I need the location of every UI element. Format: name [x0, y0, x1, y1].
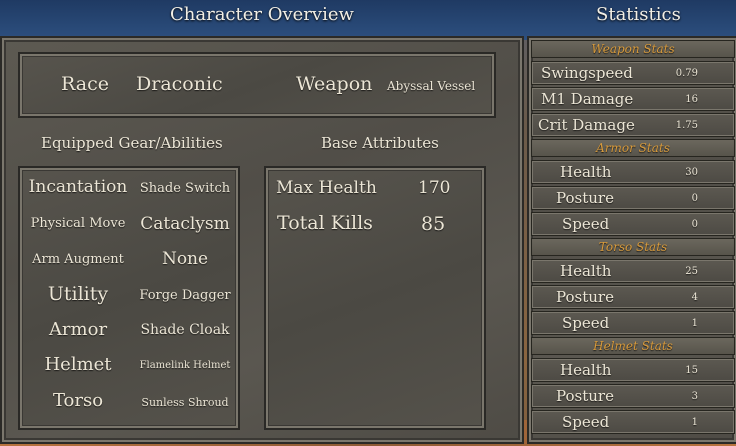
stat-label: Posture	[556, 288, 614, 306]
stat-value: 16	[685, 94, 698, 105]
weapon-label: Weapon	[296, 73, 373, 95]
gear-slot-value: Sunless Shroud	[141, 396, 229, 409]
stat-row: Speed 0	[531, 212, 735, 236]
stat-value: 0	[691, 193, 698, 204]
stat-row: Speed 1	[531, 311, 735, 335]
stat-value: 3	[691, 391, 698, 402]
stat-label: Speed	[562, 413, 610, 431]
attributes-box	[264, 166, 486, 430]
weapon-stats-header: Weapon Stats	[531, 40, 735, 58]
stat-row: Crit Damage 1.75	[531, 113, 735, 137]
gear-slot-label: Physical Move	[30, 216, 126, 231]
statistics-title: Statistics	[596, 4, 681, 25]
gear-slot-value: Forge Dagger	[139, 288, 231, 303]
character-overview-title: Character Overview	[170, 4, 354, 25]
attribute-value: 170	[418, 178, 451, 198]
stat-label: Posture	[556, 387, 614, 405]
gear-heading: Equipped Gear/Abilities	[41, 134, 223, 152]
stat-label: Posture	[556, 189, 614, 207]
stat-row: Speed 1	[531, 410, 735, 434]
gear-slot-label: Armor	[48, 319, 108, 340]
stat-row: Posture 3	[531, 384, 735, 408]
stat-label: Health	[560, 163, 612, 181]
stat-row: Health 25	[531, 259, 735, 283]
stat-row: Health 15	[531, 358, 735, 382]
stat-label: Health	[560, 361, 612, 379]
stat-row: Swingspeed 0.79	[531, 61, 735, 85]
torso-stats-header: Torso Stats	[531, 238, 735, 256]
race-value: Draconic	[136, 73, 223, 95]
stat-label: Health	[560, 262, 612, 280]
weapon-value: Abyssal Vessel	[387, 79, 476, 93]
stat-label: Speed	[562, 314, 610, 332]
gear-slot-label: Arm Augment	[32, 252, 124, 267]
armor-stats-header: Armor Stats	[531, 139, 735, 157]
stat-row: Health 30	[531, 160, 735, 184]
gear-slot-label: Helmet	[44, 354, 112, 375]
gear-slot-label: Torso	[52, 390, 104, 411]
gear-slot-value: Shade Cloak	[140, 322, 230, 338]
stat-value: 1	[691, 318, 698, 329]
gear-slot-value: Flamelink Helmet	[139, 360, 231, 371]
stat-value: 0	[691, 219, 698, 230]
gear-slot-label: Incantation	[28, 177, 128, 197]
stat-value: 4	[691, 292, 698, 303]
stat-row: Posture 0	[531, 186, 735, 210]
attribute-label: Max Health	[276, 178, 377, 198]
race-label: Race	[61, 73, 109, 95]
gear-slot-value: None	[161, 249, 209, 269]
gear-slot-value: Shade Switch	[139, 181, 231, 196]
attribute-label: Total Kills	[277, 212, 373, 234]
attribute-value: 85	[421, 213, 446, 235]
stat-value: 25	[685, 266, 698, 277]
stat-value: 1	[691, 417, 698, 428]
stat-label: Crit Damage	[538, 116, 635, 134]
gear-slot-label: Utility	[47, 283, 109, 305]
stat-row: Posture 4	[531, 285, 735, 309]
stat-value: 1.75	[675, 120, 698, 131]
stat-label: Speed	[562, 215, 610, 233]
stat-label: M1 Damage	[541, 90, 634, 108]
stat-value: 30	[685, 167, 698, 178]
attributes-heading: Base Attributes	[321, 134, 439, 152]
stat-row: M1 Damage 16	[531, 87, 735, 111]
stat-label: Swingspeed	[541, 64, 633, 82]
helmet-stats-header: Helmet Stats	[531, 337, 735, 355]
gear-slot-value: Cataclysm	[140, 214, 230, 234]
stat-value: 15	[685, 365, 698, 376]
stat-value: 0.79	[675, 68, 698, 79]
